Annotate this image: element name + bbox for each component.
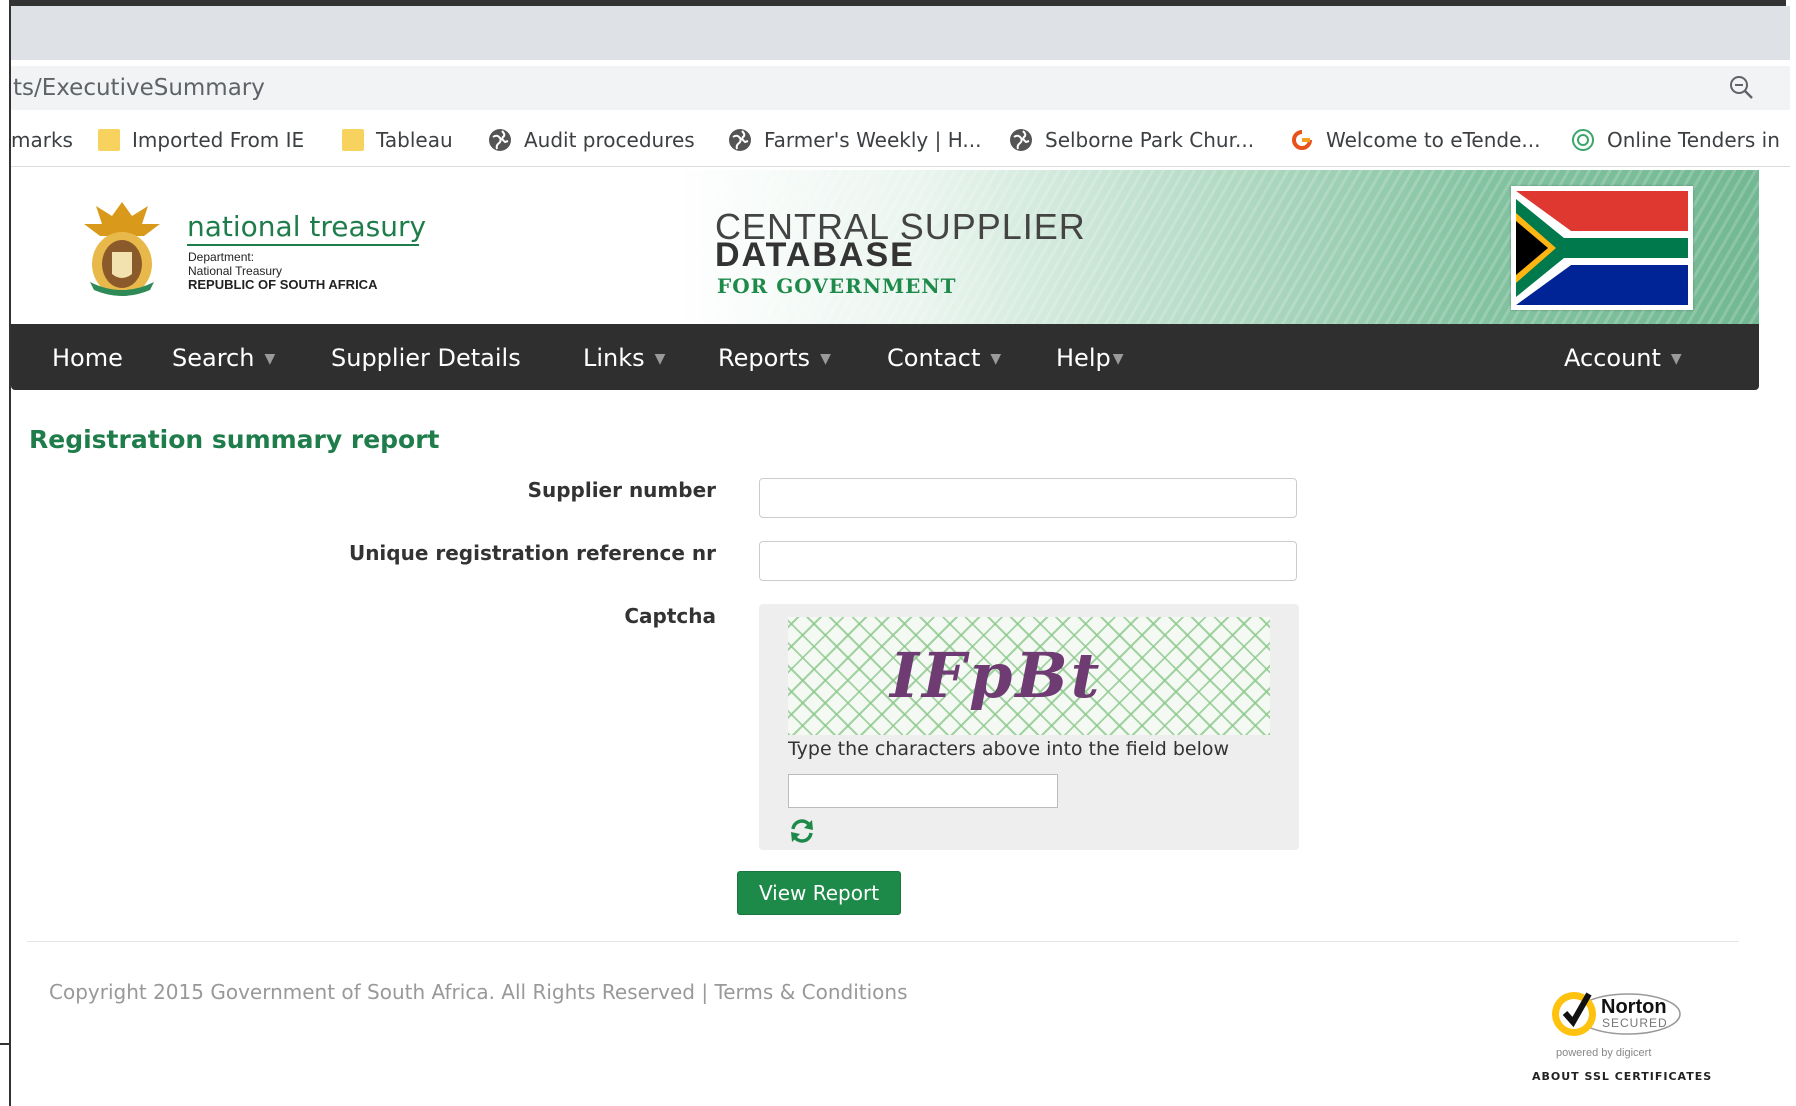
chevron-down-icon: ▼ [264,351,276,367]
main-navbar: Home Search ▼ Supplier Details Links ▼ Rep… [11,324,1759,390]
site-title-line2: DATABASE [715,236,915,274]
south-africa-flag-image [1511,186,1693,310]
globe-icon [489,129,511,151]
chevron-down-icon: ▼ [654,351,666,367]
chevron-down-icon: ▼ [1670,351,1682,367]
site-header-banner: national treasury Department: National T… [11,170,1759,324]
nav-search-label: Search [172,344,255,372]
etender-icon [1292,130,1312,150]
norton-secured-text: SECURED [1602,1016,1668,1030]
page-title: Registration summary report [29,425,440,454]
folder-icon [98,129,120,151]
refresh-icon[interactable] [787,816,817,846]
chevron-down-icon: ▼ [1112,351,1124,367]
site-title-line3: FOR GOVERNMENT [717,274,957,298]
view-report-button[interactable]: View Report [737,871,901,915]
nav-help-label: Help [1056,344,1111,372]
org-sub-department: Department: [188,250,255,264]
url-text[interactable]: ts/ExecutiveSummary [13,75,265,101]
nav-supplier-details-label: Supplier Details [331,344,521,372]
norton-secured-seal[interactable]: Norton SECURED powered by digicert [1544,980,1684,1070]
bookmark-label: Tableau [376,128,453,152]
bookmark-label: Selborne Park Chur... [1045,128,1255,152]
bookmark-label: Audit procedures [524,128,695,152]
globe-icon [729,129,751,151]
supplier-number-input[interactable] [759,478,1297,518]
captcha-panel: IFpBt Type the characters above into the… [759,604,1299,850]
captcha-label: Captcha [624,604,716,628]
copyright-text: Copyright 2015 Government of South Afric… [49,980,908,1004]
chevron-down-icon: ▼ [990,351,1002,367]
nav-reports-label: Reports [718,344,811,372]
norton-brand-text: Norton [1601,996,1667,1018]
bookmark-item[interactable]: Tableau [342,126,453,154]
window-frame-tick [0,1043,10,1045]
bookmark-item[interactable]: marks [11,126,73,154]
org-name: national treasury [187,210,427,243]
org-name-underline [187,244,419,246]
globe-icon [1010,129,1032,151]
bookmark-item[interactable]: Online Tenders in [1571,126,1780,154]
nav-home-label: Home [52,344,123,372]
bookmark-item[interactable]: Welcome to eTende... [1290,126,1540,154]
supplier-number-label: Supplier number [527,478,716,502]
bookmark-label: Imported From IE [132,128,305,152]
online-tenders-icon [1572,129,1594,151]
bookmark-item[interactable]: Farmer's Weekly | H... [728,126,981,154]
bookmark-label: marks [11,128,73,152]
nav-help[interactable]: Help ▼ [1056,344,1124,372]
terms-link[interactable]: Terms & Conditions [714,980,907,1004]
nav-home[interactable]: Home [52,344,123,372]
bookmark-label: Online Tenders in [1607,128,1780,152]
bookmark-item[interactable]: Audit procedures [488,126,695,154]
captcha-input[interactable] [788,774,1058,808]
footer-divider [27,941,1739,942]
nav-account-label: Account [1564,344,1661,372]
nav-account[interactable]: Account ▼ [1564,344,1682,372]
about-ssl-link[interactable]: ABOUT SSL CERTIFICATES [1532,1070,1712,1083]
norton-powered-text: powered by digicert [1556,1047,1651,1059]
bookmark-item[interactable]: Imported From IE [98,126,304,154]
browser-tab-strip [11,6,1790,60]
nav-contact[interactable]: Contact ▼ [887,344,1001,372]
org-sub-country: REPUBLIC OF SOUTH AFRICA [188,277,378,292]
nav-search[interactable]: Search ▼ [172,344,275,372]
nav-links-label: Links [583,344,645,372]
copyright-label: Copyright 2015 Government of South Afric… [49,980,709,1004]
nav-supplier-details[interactable]: Supplier Details [331,344,521,372]
zoom-out-icon[interactable] [1728,74,1754,100]
captcha-text: IFpBt [890,639,1103,712]
nav-contact-label: Contact [887,344,981,372]
bookmark-item[interactable]: Selborne Park Chur... [1009,126,1254,154]
org-sub-treasury: National Treasury [188,264,283,278]
bookmark-label: Welcome to eTende... [1326,128,1541,152]
captcha-image: IFpBt [788,617,1270,735]
unique-ref-label: Unique registration reference nr [348,541,716,565]
folder-icon [342,129,364,151]
bookmark-label: Farmer's Weekly | H... [764,128,982,152]
address-bar[interactable]: ts/ExecutiveSummary [11,66,1790,110]
unique-ref-input[interactable] [759,541,1297,581]
nav-links[interactable]: Links ▼ [583,344,665,372]
nav-reports[interactable]: Reports ▼ [718,344,831,372]
chevron-down-icon: ▼ [820,351,831,367]
bookmarks-bar: marks Imported From IE Tableau Audit pro… [11,116,1790,167]
coat-of-arms-logo[interactable] [76,194,168,298]
captcha-hint: Type the characters above into the field… [788,738,1230,760]
